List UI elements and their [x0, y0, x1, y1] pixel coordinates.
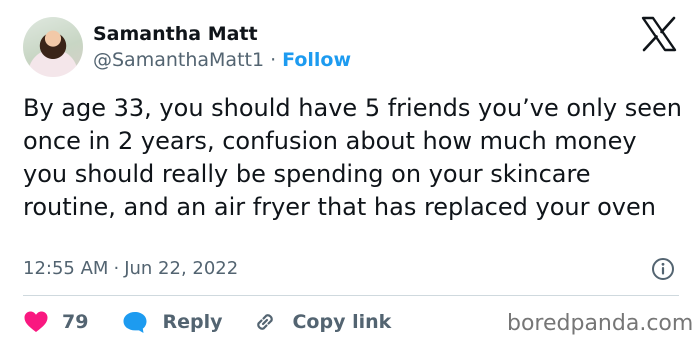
copy-link-label: Copy link	[292, 311, 392, 333]
author-handle[interactable]: @SamanthaMatt1	[93, 49, 264, 71]
separator-dot: ·	[270, 49, 277, 71]
separator-dot: ·	[113, 258, 120, 279]
like-button[interactable]: 79	[23, 310, 88, 334]
like-count: 79	[62, 311, 89, 333]
reply-button[interactable]: Reply	[122, 310, 222, 334]
author-handle-row: @SamanthaMatt1 · Follow	[93, 48, 351, 72]
tweet-text: By age 33, you should have 5 friends you…	[23, 94, 683, 221]
tweet-actions: 79 Reply Copy link	[23, 308, 391, 336]
follow-button[interactable]: Follow	[282, 49, 351, 71]
author-name[interactable]: Samantha Matt	[93, 22, 258, 46]
info-icon[interactable]	[651, 257, 675, 281]
tweet-time: 12:55 AM	[23, 258, 109, 279]
copy-link-button[interactable]: Copy link	[252, 309, 391, 335]
tweet-timestamp[interactable]: 12:55 AM · Jun 22, 2022	[23, 257, 238, 281]
reply-label: Reply	[162, 311, 223, 333]
watermark: boredpanda.com	[507, 311, 694, 336]
heart-icon	[24, 311, 48, 332]
divider	[23, 295, 679, 296]
x-logo-icon[interactable]	[640, 16, 678, 52]
reply-bubble-icon	[123, 312, 147, 333]
tweet-date: Jun 22, 2022	[124, 258, 239, 279]
avatar[interactable]	[23, 17, 83, 77]
link-icon	[257, 314, 274, 330]
